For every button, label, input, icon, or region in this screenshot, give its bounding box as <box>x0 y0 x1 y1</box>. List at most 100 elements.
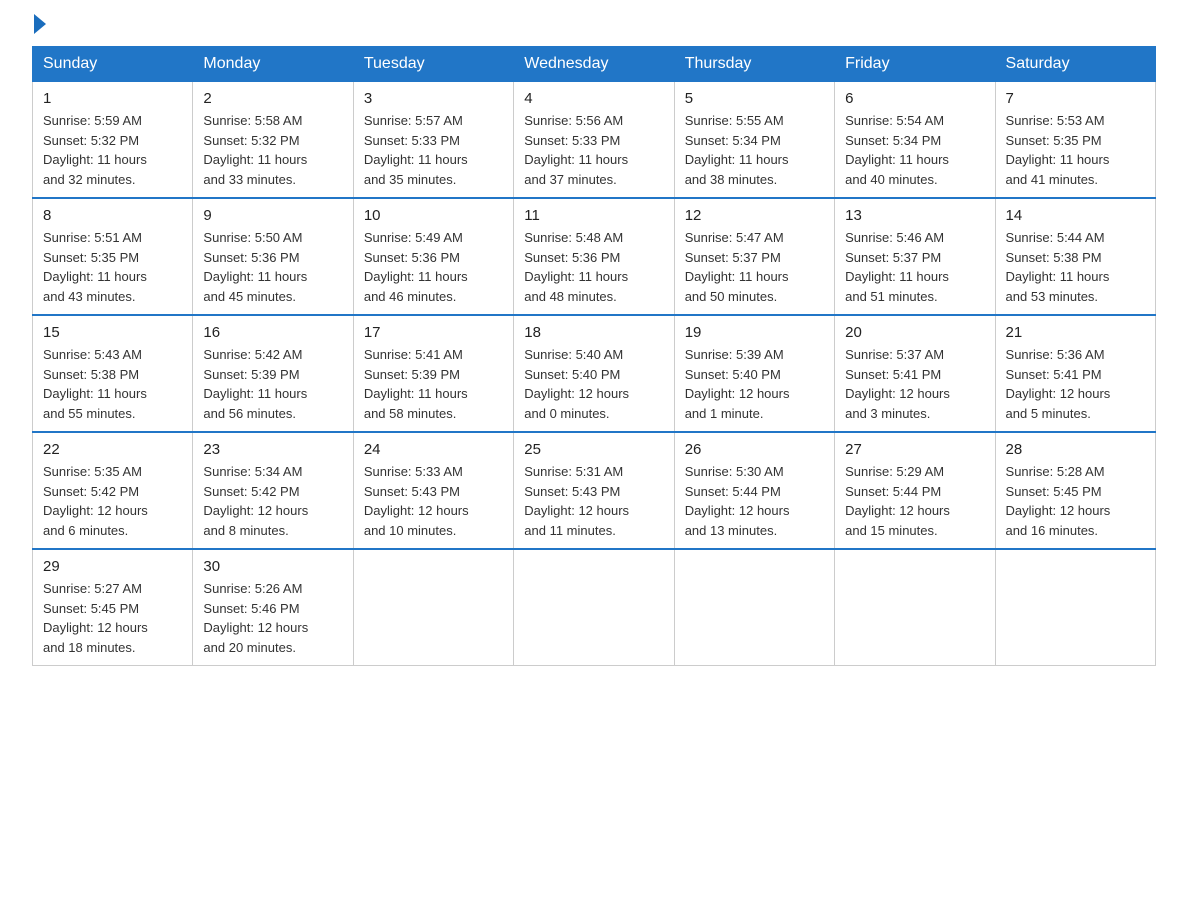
calendar-week-row: 22 Sunrise: 5:35 AM Sunset: 5:42 PM Dayli… <box>33 432 1156 549</box>
day-of-week-header: Monday <box>193 47 353 82</box>
day-info: Sunrise: 5:58 AM Sunset: 5:32 PM Dayligh… <box>203 111 342 189</box>
calendar-cell: 18Sunrise: 5:40 AM Sunset: 5:40 PM Dayli… <box>514 315 674 432</box>
day-number: 24 <box>364 441 503 458</box>
day-number: 15 <box>43 324 182 341</box>
page-header <box>32 24 1156 34</box>
day-info: Sunrise: 5:50 AM Sunset: 5:36 PM Dayligh… <box>203 228 342 306</box>
calendar-week-row: 15 Sunrise: 5:43 AM Sunset: 5:38 PM Dayli… <box>33 315 1156 432</box>
day-number: 9 <box>203 207 342 224</box>
day-info: Sunrise: 5:29 AM Sunset: 5:44 PM Dayligh… <box>845 462 984 540</box>
day-info: Sunrise: 5:48 AM Sunset: 5:36 PM Dayligh… <box>524 228 663 306</box>
calendar-cell <box>995 549 1155 666</box>
day-number: 20 <box>845 324 984 341</box>
day-number: 22 <box>43 441 182 458</box>
day-number: 11 <box>524 207 663 224</box>
day-of-week-header: Thursday <box>674 47 834 82</box>
calendar-cell: 24 Sunrise: 5:33 AM Sunset: 5:43 PM Dayli… <box>353 432 513 549</box>
logo-arrow-icon <box>34 14 46 34</box>
calendar-cell: 20Sunrise: 5:37 AM Sunset: 5:41 PM Dayli… <box>835 315 995 432</box>
day-info: Sunrise: 5:27 AM Sunset: 5:45 PM Dayligh… <box>43 579 182 657</box>
calendar-cell: 8 Sunrise: 5:51 AM Sunset: 5:35 PM Daylig… <box>33 198 193 315</box>
day-info: Sunrise: 5:41 AM Sunset: 5:39 PM Dayligh… <box>364 345 503 423</box>
day-number: 14 <box>1006 207 1145 224</box>
day-of-week-header: Sunday <box>33 47 193 82</box>
day-number: 4 <box>524 90 663 107</box>
calendar-cell: 14 Sunrise: 5:44 AM Sunset: 5:38 PM Dayli… <box>995 198 1155 315</box>
calendar-cell <box>353 549 513 666</box>
calendar-week-row: 1 Sunrise: 5:59 AM Sunset: 5:32 PM Daylig… <box>33 82 1156 199</box>
calendar-cell: 9 Sunrise: 5:50 AM Sunset: 5:36 PM Daylig… <box>193 198 353 315</box>
day-number: 10 <box>364 207 503 224</box>
calendar-cell: 25Sunrise: 5:31 AM Sunset: 5:43 PM Dayli… <box>514 432 674 549</box>
day-info: Sunrise: 5:59 AM Sunset: 5:32 PM Dayligh… <box>43 111 182 189</box>
calendar-cell: 27 Sunrise: 5:29 AM Sunset: 5:44 PM Dayli… <box>835 432 995 549</box>
day-number: 16 <box>203 324 342 341</box>
day-info: Sunrise: 5:44 AM Sunset: 5:38 PM Dayligh… <box>1006 228 1145 306</box>
day-info: Sunrise: 5:30 AM Sunset: 5:44 PM Dayligh… <box>685 462 824 540</box>
day-info: Sunrise: 5:26 AM Sunset: 5:46 PM Dayligh… <box>203 579 342 657</box>
day-info: Sunrise: 5:49 AM Sunset: 5:36 PM Dayligh… <box>364 228 503 306</box>
day-info: Sunrise: 5:56 AM Sunset: 5:33 PM Dayligh… <box>524 111 663 189</box>
day-info: Sunrise: 5:57 AM Sunset: 5:33 PM Dayligh… <box>364 111 503 189</box>
day-number: 3 <box>364 90 503 107</box>
day-info: Sunrise: 5:39 AM Sunset: 5:40 PM Dayligh… <box>685 345 824 423</box>
day-number: 7 <box>1006 90 1145 107</box>
calendar-cell: 10 Sunrise: 5:49 AM Sunset: 5:36 PM Dayli… <box>353 198 513 315</box>
day-info: Sunrise: 5:46 AM Sunset: 5:37 PM Dayligh… <box>845 228 984 306</box>
day-info: Sunrise: 5:34 AM Sunset: 5:42 PM Dayligh… <box>203 462 342 540</box>
calendar-cell <box>674 549 834 666</box>
calendar-cell: 19 Sunrise: 5:39 AM Sunset: 5:40 PM Dayli… <box>674 315 834 432</box>
day-number: 30 <box>203 558 342 575</box>
day-number: 12 <box>685 207 824 224</box>
day-number: 28 <box>1006 441 1145 458</box>
calendar-cell: 29 Sunrise: 5:27 AM Sunset: 5:45 PM Dayli… <box>33 549 193 666</box>
day-of-week-header: Wednesday <box>514 47 674 82</box>
calendar-header-row: SundayMondayTuesdayWednesdayThursdayFrid… <box>33 47 1156 82</box>
calendar-cell: 30 Sunrise: 5:26 AM Sunset: 5:46 PM Dayli… <box>193 549 353 666</box>
day-number: 8 <box>43 207 182 224</box>
day-number: 17 <box>364 324 503 341</box>
calendar-cell: 22 Sunrise: 5:35 AM Sunset: 5:42 PM Dayli… <box>33 432 193 549</box>
day-number: 5 <box>685 90 824 107</box>
calendar-cell: 16 Sunrise: 5:42 AM Sunset: 5:39 PM Dayli… <box>193 315 353 432</box>
calendar-cell: 28 Sunrise: 5:28 AM Sunset: 5:45 PM Dayli… <box>995 432 1155 549</box>
day-number: 13 <box>845 207 984 224</box>
day-number: 6 <box>845 90 984 107</box>
calendar-cell: 13 Sunrise: 5:46 AM Sunset: 5:37 PM Dayli… <box>835 198 995 315</box>
day-number: 18 <box>524 324 663 341</box>
day-number: 29 <box>43 558 182 575</box>
day-info: Sunrise: 5:55 AM Sunset: 5:34 PM Dayligh… <box>685 111 824 189</box>
day-number: 1 <box>43 90 182 107</box>
day-of-week-header: Saturday <box>995 47 1155 82</box>
day-of-week-header: Tuesday <box>353 47 513 82</box>
calendar-cell: 1 Sunrise: 5:59 AM Sunset: 5:32 PM Daylig… <box>33 82 193 199</box>
calendar-cell: 3 Sunrise: 5:57 AM Sunset: 5:33 PM Daylig… <box>353 82 513 199</box>
calendar-cell: 6 Sunrise: 5:54 AM Sunset: 5:34 PM Daylig… <box>835 82 995 199</box>
day-info: Sunrise: 5:54 AM Sunset: 5:34 PM Dayligh… <box>845 111 984 189</box>
calendar-week-row: 8 Sunrise: 5:51 AM Sunset: 5:35 PM Daylig… <box>33 198 1156 315</box>
calendar-cell <box>835 549 995 666</box>
calendar-cell <box>514 549 674 666</box>
day-number: 19 <box>685 324 824 341</box>
calendar-cell: 23Sunrise: 5:34 AM Sunset: 5:42 PM Dayli… <box>193 432 353 549</box>
day-info: Sunrise: 5:28 AM Sunset: 5:45 PM Dayligh… <box>1006 462 1145 540</box>
calendar-cell: 15 Sunrise: 5:43 AM Sunset: 5:38 PM Dayli… <box>33 315 193 432</box>
day-info: Sunrise: 5:35 AM Sunset: 5:42 PM Dayligh… <box>43 462 182 540</box>
day-info: Sunrise: 5:42 AM Sunset: 5:39 PM Dayligh… <box>203 345 342 423</box>
day-info: Sunrise: 5:36 AM Sunset: 5:41 PM Dayligh… <box>1006 345 1145 423</box>
calendar-cell: 21 Sunrise: 5:36 AM Sunset: 5:41 PM Dayli… <box>995 315 1155 432</box>
day-info: Sunrise: 5:51 AM Sunset: 5:35 PM Dayligh… <box>43 228 182 306</box>
day-info: Sunrise: 5:33 AM Sunset: 5:43 PM Dayligh… <box>364 462 503 540</box>
calendar-cell: 17 Sunrise: 5:41 AM Sunset: 5:39 PM Dayli… <box>353 315 513 432</box>
calendar-cell: 2Sunrise: 5:58 AM Sunset: 5:32 PM Daylig… <box>193 82 353 199</box>
calendar-cell: 4 Sunrise: 5:56 AM Sunset: 5:33 PM Daylig… <box>514 82 674 199</box>
day-number: 25 <box>524 441 663 458</box>
day-number: 21 <box>1006 324 1145 341</box>
day-number: 27 <box>845 441 984 458</box>
day-of-week-header: Friday <box>835 47 995 82</box>
logo <box>32 32 46 34</box>
calendar-cell: 5 Sunrise: 5:55 AM Sunset: 5:34 PM Daylig… <box>674 82 834 199</box>
day-info: Sunrise: 5:43 AM Sunset: 5:38 PM Dayligh… <box>43 345 182 423</box>
day-info: Sunrise: 5:53 AM Sunset: 5:35 PM Dayligh… <box>1006 111 1145 189</box>
calendar-cell: 11 Sunrise: 5:48 AM Sunset: 5:36 PM Dayli… <box>514 198 674 315</box>
